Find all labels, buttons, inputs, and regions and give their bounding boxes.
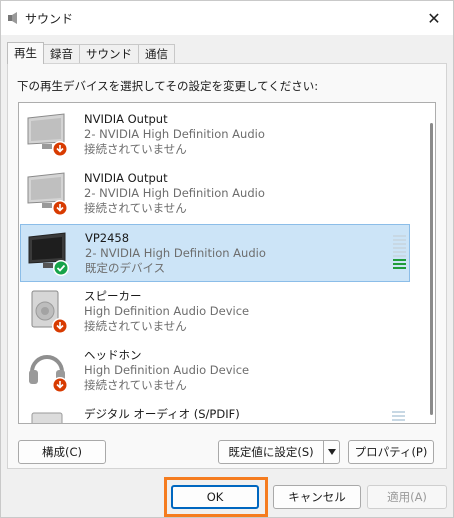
- device-name: NVIDIA Output: [84, 112, 168, 126]
- volume-level-meter: [393, 235, 406, 271]
- tab-communications[interactable]: 通信: [138, 44, 175, 64]
- device-driver: 2- NVIDIA High Definition Audio: [84, 127, 265, 141]
- device-status: 接続されていません: [84, 319, 187, 333]
- set-default-button[interactable]: 既定値に設定(S): [218, 440, 340, 464]
- tab-recording[interactable]: 録音: [43, 44, 80, 64]
- device-name: スピーカー: [84, 289, 142, 303]
- tab-bar: 再生 録音 サウンド 通信: [7, 42, 175, 64]
- device-text: スピーカー High Definition Audio Device 接続されて…: [84, 289, 249, 334]
- device-item-selected[interactable]: VP2458 2- NVIDIA High Definition Audio 既…: [20, 224, 410, 282]
- device-item[interactable]: ヘッドホン High Definition Audio Device 接続されて…: [20, 342, 410, 400]
- monitor-icon: [28, 232, 69, 276]
- headphones-icon: [29, 355, 68, 393]
- digital-audio-icon: [31, 412, 63, 423]
- monitor-icon: [27, 113, 68, 157]
- device-driver: 2- NVIDIA High Definition Audio: [84, 186, 265, 200]
- device-text: ヘッドホン High Definition Audio Device 接続されて…: [84, 348, 249, 393]
- device-driver: 2- NVIDIA High Definition Audio: [85, 246, 266, 260]
- playback-panel: 下の再生デバイスを選択してその設定を変更してください: NVIDIA Outpu…: [7, 63, 447, 469]
- set-default-label: 既定値に設定(S): [228, 445, 314, 459]
- close-icon: ✕: [427, 8, 441, 28]
- properties-button[interactable]: プロパティ(P): [348, 440, 434, 464]
- volume-level-meter: [392, 411, 405, 423]
- device-driver: High Definition Audio Device: [84, 363, 250, 377]
- monitor-icon: [27, 172, 68, 216]
- chevron-down-icon: [327, 449, 336, 455]
- device-name: NVIDIA Output: [84, 171, 168, 185]
- device-name: ヘッドホン: [84, 348, 142, 362]
- speaker-icon: [8, 12, 17, 24]
- speaker-icon: [31, 290, 68, 334]
- title-bar: サウンド ✕: [1, 1, 453, 35]
- tab-playback[interactable]: 再生: [7, 42, 44, 64]
- list-scrollbar[interactable]: [430, 123, 433, 415]
- device-status: 接続されていません: [84, 378, 187, 392]
- device-text: デジタル オーディオ (S/PDIF): [84, 407, 240, 422]
- device-text: NVIDIA Output 2- NVIDIA High Definition …: [84, 112, 265, 157]
- device-item[interactable]: デジタル オーディオ (S/PDIF): [20, 401, 410, 423]
- device-status: 接続されていません: [84, 201, 187, 215]
- tab-sounds[interactable]: サウンド: [79, 44, 139, 64]
- device-driver: High Definition Audio Device: [84, 304, 250, 318]
- device-text: NVIDIA Output 2- NVIDIA High Definition …: [84, 171, 265, 216]
- sound-dialog: サウンド ✕ 再生 録音 サウンド 通信 下の再生デバイスを選択してその設定を変…: [0, 0, 454, 518]
- device-status: 既定のデバイス: [85, 261, 166, 275]
- device-item[interactable]: スピーカー High Definition Audio Device 接続されて…: [20, 283, 410, 341]
- instruction-text: 下の再生デバイスを選択してその設定を変更してください:: [17, 79, 319, 93]
- device-text: VP2458 2- NVIDIA High Definition Audio 既…: [85, 231, 266, 276]
- window-title: サウンド: [25, 12, 74, 26]
- apply-button[interactable]: 適用(A): [367, 485, 447, 509]
- device-item[interactable]: NVIDIA Output 2- NVIDIA High Definition …: [20, 106, 410, 164]
- ok-button[interactable]: OK: [171, 485, 259, 509]
- device-status: 接続されていません: [84, 142, 187, 156]
- device-name: VP2458: [85, 231, 130, 245]
- device-list[interactable]: NVIDIA Output 2- NVIDIA High Definition …: [18, 102, 436, 424]
- cancel-button[interactable]: キャンセル: [273, 485, 361, 509]
- configure-button[interactable]: 構成(C): [18, 440, 106, 464]
- device-name: デジタル オーディオ (S/PDIF): [84, 407, 240, 421]
- device-item[interactable]: NVIDIA Output 2- NVIDIA High Definition …: [20, 165, 410, 223]
- set-default-dropdown[interactable]: [323, 441, 339, 463]
- close-button[interactable]: ✕: [415, 1, 453, 35]
